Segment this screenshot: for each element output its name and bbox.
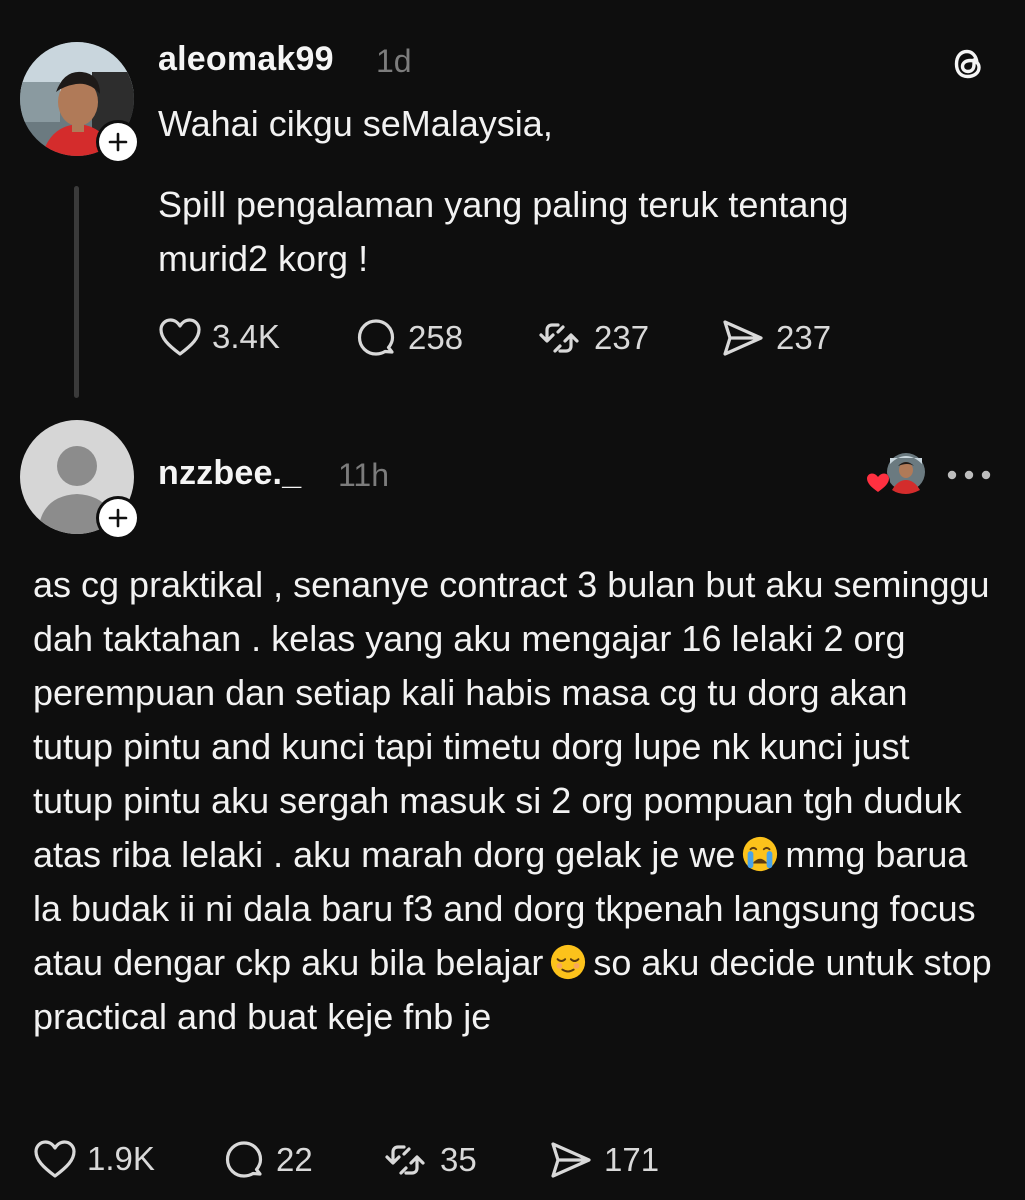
post-line-3: murid2 korg ! [158, 238, 369, 279]
reply-button[interactable]: 258 [354, 316, 463, 360]
post-line-1: Wahai cikgu seMalaysia, [158, 103, 553, 144]
send-icon [723, 320, 763, 356]
like-count: 3.4K [212, 318, 280, 355]
plus-icon [99, 499, 137, 537]
more-icon[interactable] [946, 468, 992, 486]
heart-icon [34, 1140, 76, 1178]
reply-share-count: 171 [604, 1141, 660, 1178]
reply-body: as cg praktikal , senanye contract 3 bul… [33, 558, 993, 1044]
username-nzzbee[interactable]: nzzbee._ [158, 454, 301, 493]
reply-like-button[interactable]: 1.9K [33, 1138, 155, 1180]
send-icon [551, 1142, 591, 1178]
follow-button-nzzbee[interactable] [96, 496, 140, 540]
crying-face-emoji [743, 836, 778, 872]
reply-repost-button[interactable]: 35 [384, 1138, 477, 1182]
post-time: 1d [376, 43, 412, 79]
reply-repost-count: 35 [440, 1141, 477, 1178]
comment-icon [357, 319, 395, 356]
heart-icon [159, 318, 201, 356]
liked-by-author [862, 450, 926, 496]
threads-logo-icon[interactable] [946, 42, 990, 91]
thread-line [74, 186, 79, 398]
plus-icon [99, 123, 137, 161]
reply-comment-button[interactable]: 22 [222, 1138, 313, 1182]
repost-icon [539, 323, 579, 353]
repost-button[interactable]: 237 [538, 316, 649, 360]
like-button[interactable]: 3.4K [158, 316, 280, 358]
reply-comment-count: 22 [276, 1141, 313, 1178]
reply-text-part1: as cg praktikal , senanye contract 3 bul… [33, 564, 990, 875]
repost-icon [385, 1145, 425, 1175]
comment-icon [225, 1141, 263, 1178]
relieved-face-emoji [551, 944, 586, 980]
reply-like-count: 1.9K [87, 1140, 155, 1177]
reply-count: 258 [408, 319, 464, 356]
reply-time: 11h [338, 457, 390, 493]
follow-button-aleomak99[interactable] [96, 120, 140, 164]
username-aleomak99[interactable]: aleomak99 [158, 40, 334, 79]
share-count: 237 [776, 319, 832, 356]
reply-share-button[interactable]: 171 [548, 1138, 659, 1182]
repost-count: 237 [594, 319, 650, 356]
share-button[interactable]: 237 [720, 316, 831, 360]
post-line-2: Spill pengalaman yang paling teruk tenta… [158, 184, 849, 225]
post-body: Wahai cikgu seMalaysia, Spill pengalaman… [158, 97, 978, 286]
